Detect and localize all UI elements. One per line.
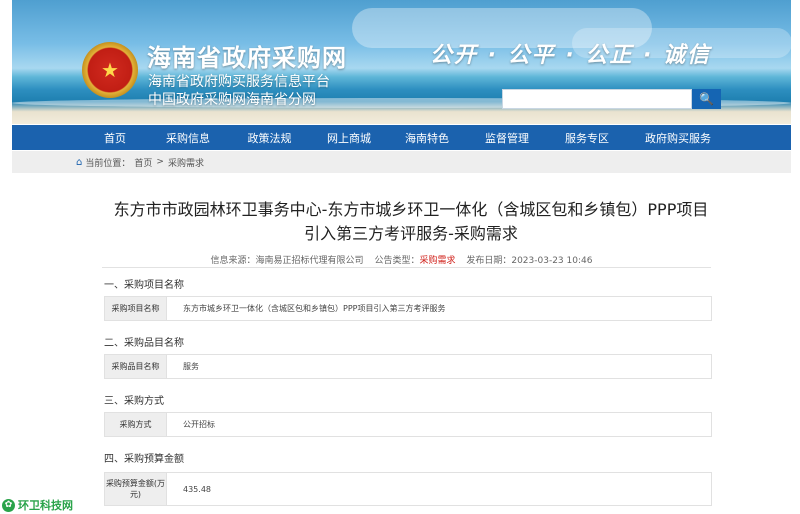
info-row-value: 435.48: [183, 484, 211, 494]
breadcrumb: ⌂ 当前位置： 首页 > 采购需求: [12, 151, 791, 173]
info-row: 采购项目名称 东方市城乡环卫一体化（含城区包和乡镇包）PPP项目引入第三方考评服…: [104, 296, 712, 321]
page: ★ 海南省政府采购网 海南省政府购买服务信息平台 中国政府采购网海南省分网 公开…: [12, 0, 791, 514]
site-title[interactable]: 海南省政府采购网: [147, 38, 347, 73]
section-heading: 二、采购品目名称: [104, 338, 184, 349]
section-heading: 一、采购项目名称: [104, 280, 184, 291]
breadcrumb-current: 采购需求: [167, 158, 204, 169]
info-row-label: 采购品目名称: [105, 355, 167, 378]
leaf-logo-icon: ✿: [2, 498, 15, 512]
search-icon: 🔍: [699, 92, 714, 106]
watermark: ✿ 环卫科技网: [2, 497, 73, 513]
meta-type-label: 公告类型：: [374, 256, 420, 266]
nav-item-procurement-info[interactable]: 采购信息: [144, 130, 232, 146]
divider: [102, 267, 711, 268]
site-banner: ★ 海南省政府采购网 海南省政府购买服务信息平台 中国政府采购网海南省分网 公开…: [12, 0, 791, 124]
nav-item-service-zone[interactable]: 服务专区: [551, 130, 623, 146]
info-row-label: 采购方式: [105, 413, 167, 436]
info-row: 采购方式 公开招标: [104, 412, 712, 437]
info-row-label: 采购项目名称: [105, 297, 167, 320]
info-row: 采购品目名称 服务: [104, 354, 712, 379]
main-nav: 首页 采购信息 政策法规 网上商城 海南特色 监督管理 服务专区 政府购买服务: [12, 125, 791, 150]
nav-item-home[interactable]: 首页: [86, 130, 144, 146]
site-slogan: 公开 · 公平 · 公正 · 诚信: [430, 43, 712, 68]
section-heading: 三、采购方式: [104, 396, 164, 407]
nav-item-supervision[interactable]: 监督管理: [463, 130, 551, 146]
meta-source: 海南易正招标代理有限公司: [255, 256, 364, 266]
nav-item-policy[interactable]: 政策法规: [232, 130, 307, 146]
info-row-value: 服务: [183, 362, 199, 371]
meta-date-label: 发布日期：: [466, 256, 512, 266]
meta-date: 2023-03-23 10:46: [511, 256, 593, 266]
info-row: 采购预算金额(万元) 435.48: [104, 472, 712, 506]
national-emblem-icon: ★: [82, 42, 138, 98]
article-meta: 信息来源：海南易正招标代理有限公司 公告类型：采购需求 发布日期：2023-03…: [12, 253, 791, 266]
nav-item-online-mall[interactable]: 网上商城: [307, 130, 391, 146]
watermark-text: 环卫科技网: [18, 499, 73, 512]
site-subtitle-1: 海南省政府购买服务信息平台: [148, 74, 330, 90]
meta-type: 采购需求: [419, 256, 456, 266]
search-bar: 🔍: [502, 89, 721, 109]
search-button[interactable]: 🔍: [692, 89, 721, 109]
info-row-value: 东方市城乡环卫一体化（含城区包和乡镇包）PPP项目引入第三方考评服务: [183, 304, 446, 313]
article-title: 东方市市政园林环卫事务中心-东方市城乡环卫一体化（含城区包和乡镇包）PPP项目引…: [113, 200, 709, 243]
breadcrumb-home-link[interactable]: 首页: [134, 156, 152, 169]
breadcrumb-separator: >: [156, 157, 164, 167]
breadcrumb-prefix: 当前位置：: [85, 158, 131, 169]
info-row-label: 采购预算金额(万元): [105, 473, 167, 505]
site-subtitle-2: 中国政府采购网海南省分网: [148, 92, 316, 108]
nav-item-gov-purchase-service[interactable]: 政府购买服务: [623, 130, 733, 146]
section-heading: 四、采购预算金额: [104, 454, 184, 465]
home-icon: ⌂: [76, 156, 83, 168]
nav-item-hainan-special[interactable]: 海南特色: [391, 130, 463, 146]
meta-source-label: 信息来源：: [210, 256, 256, 266]
info-row-value: 公开招标: [183, 420, 215, 429]
search-input[interactable]: [502, 89, 692, 109]
